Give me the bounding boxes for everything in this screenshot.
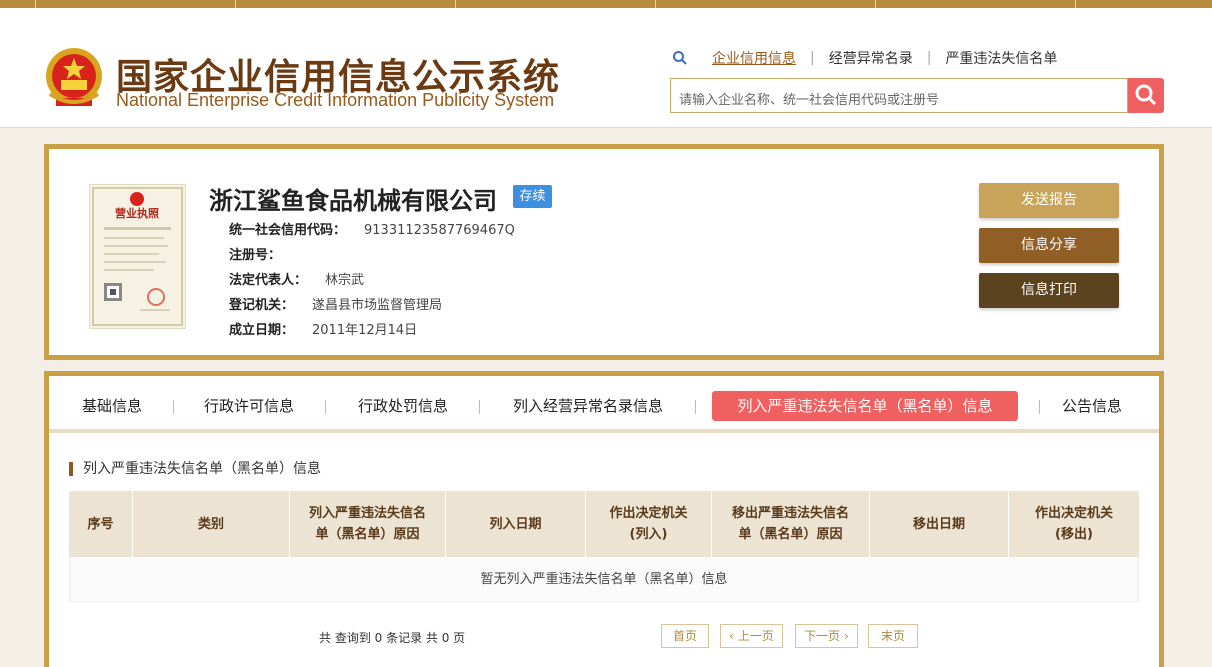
info-value: 林宗武 [325,273,365,288]
tab-basic-info[interactable]: 基础信息 [73,391,151,421]
license-title: 营业执照 [115,206,159,220]
share-info-button[interactable]: 信息分享 [979,228,1119,263]
tab-admin-license[interactable]: 行政许可信息 [195,391,303,421]
table-header: 序号 类别 列入严重违法失信名 单（黑名单）原因 列入日期 作出决定机关 (列入) … [69,491,1139,557]
top-strip [0,0,1212,8]
column-header: 列入严重违法失信名 单（黑名单）原因 [290,491,446,557]
first-page-button[interactable]: 首页 [661,624,709,648]
prev-page-button[interactable]: ‹ 上一页 [720,624,783,648]
column-header: 移出严重违法失信名 单（黑名单）原因 [712,491,870,557]
search-input[interactable]: 请输入企业名称、统一社会信用代码或注册号 [670,78,1128,113]
tab-bar: 基础信息 行政许可信息 行政处罚信息 列入经营异常名录信息 列入严重违法失信名单… [49,376,1159,433]
tab-blacklist[interactable]: 列入严重违法失信名单（黑名单）信息 [712,391,1018,421]
info-row-credit-code: 统一社会信用代码： 91331123587769467Q [229,219,515,238]
search-icon [672,50,688,66]
site-header: 国家企业信用信息公示系统 National Enterprise Credit … [0,8,1212,128]
info-row-legal-representative: 法定代表人： 林宗武 [229,269,364,288]
info-row-registration-authority: 登记机关： 遂昌县市场监督管理局 [229,294,442,313]
column-header: 作出决定机关 (移出) [1034,506,1113,542]
info-label: 成立日期： [229,323,295,338]
info-value: 2011年12月14日 [312,323,418,338]
print-info-button[interactable]: 信息打印 [979,273,1119,308]
info-label: 登记机关： [229,298,295,313]
search-button[interactable] [1128,78,1164,113]
empty-table-message: 暂无列入严重违法失信名单（黑名单）信息 [69,557,1139,602]
business-license-image[interactable]: 营业执照 [89,184,186,329]
info-label: 统一社会信用代码： [229,223,347,238]
column-header: 移出日期 [870,491,1009,557]
next-page-button[interactable]: 下一页 › [795,624,858,648]
pagination-summary: 共 查询到 0 条记录 共 0 页 [319,631,466,645]
tab-admin-penalty[interactable]: 行政处罚信息 [349,391,457,421]
info-value: 91331123587769467Q [364,223,515,238]
info-value: 遂昌县市场监督管理局 [312,298,443,313]
site-subtitle: National Enterprise Credit Information P… [116,90,555,110]
blacklist-table: 序号 类别 列入严重违法失信名 单（黑名单）原因 列入日期 作出决定机关 (列入) … [69,491,1139,602]
national-emblem-icon [44,46,104,112]
company-card: 营业执照 浙江鲨鱼食品机械有限公司 存续 统一社会信用代码： 9133112358… [44,144,1164,360]
column-header: 作出决定机关 (列入) [586,491,712,557]
link-abnormal-list[interactable]: 经营异常名录 [815,48,927,68]
info-row-registration-number: 注册号： [229,244,299,263]
column-header: 类别 [133,491,290,557]
info-row-establishment-date: 成立日期： 2011年12月14日 [229,319,417,338]
send-report-button[interactable]: 发送报告 [979,183,1119,218]
info-label: 注册号： [229,248,282,263]
tab-abnormal-list[interactable]: 列入经营异常名录信息 [503,391,673,421]
tab-announcements[interactable]: 公告信息 [1052,391,1132,421]
search-icon [1135,84,1157,106]
chevron-left-icon: ‹ [729,629,738,643]
company-name: 浙江鲨鱼食品机械有限公司 [209,187,497,215]
link-blacklist[interactable]: 严重违法失信名单 [931,48,1071,68]
chevron-right-icon: › [840,629,849,643]
column-header: 列入日期 [446,491,586,557]
link-credit-info[interactable]: 企业信用信息 [698,48,810,68]
info-panel: 基础信息 行政许可信息 行政处罚信息 列入经营异常名录信息 列入严重违法失信名单… [44,371,1164,667]
search-category-links: 企业信用信息 | 经营异常名录 | 严重违法失信名单 [672,48,1071,68]
section-title: 列入严重违法失信名单（黑名单）信息 [69,462,321,476]
info-label: 法定代表人： [229,273,308,288]
last-page-button[interactable]: 末页 [868,624,918,648]
status-badge: 存续 [513,185,552,208]
column-header: 序号 [69,491,133,557]
